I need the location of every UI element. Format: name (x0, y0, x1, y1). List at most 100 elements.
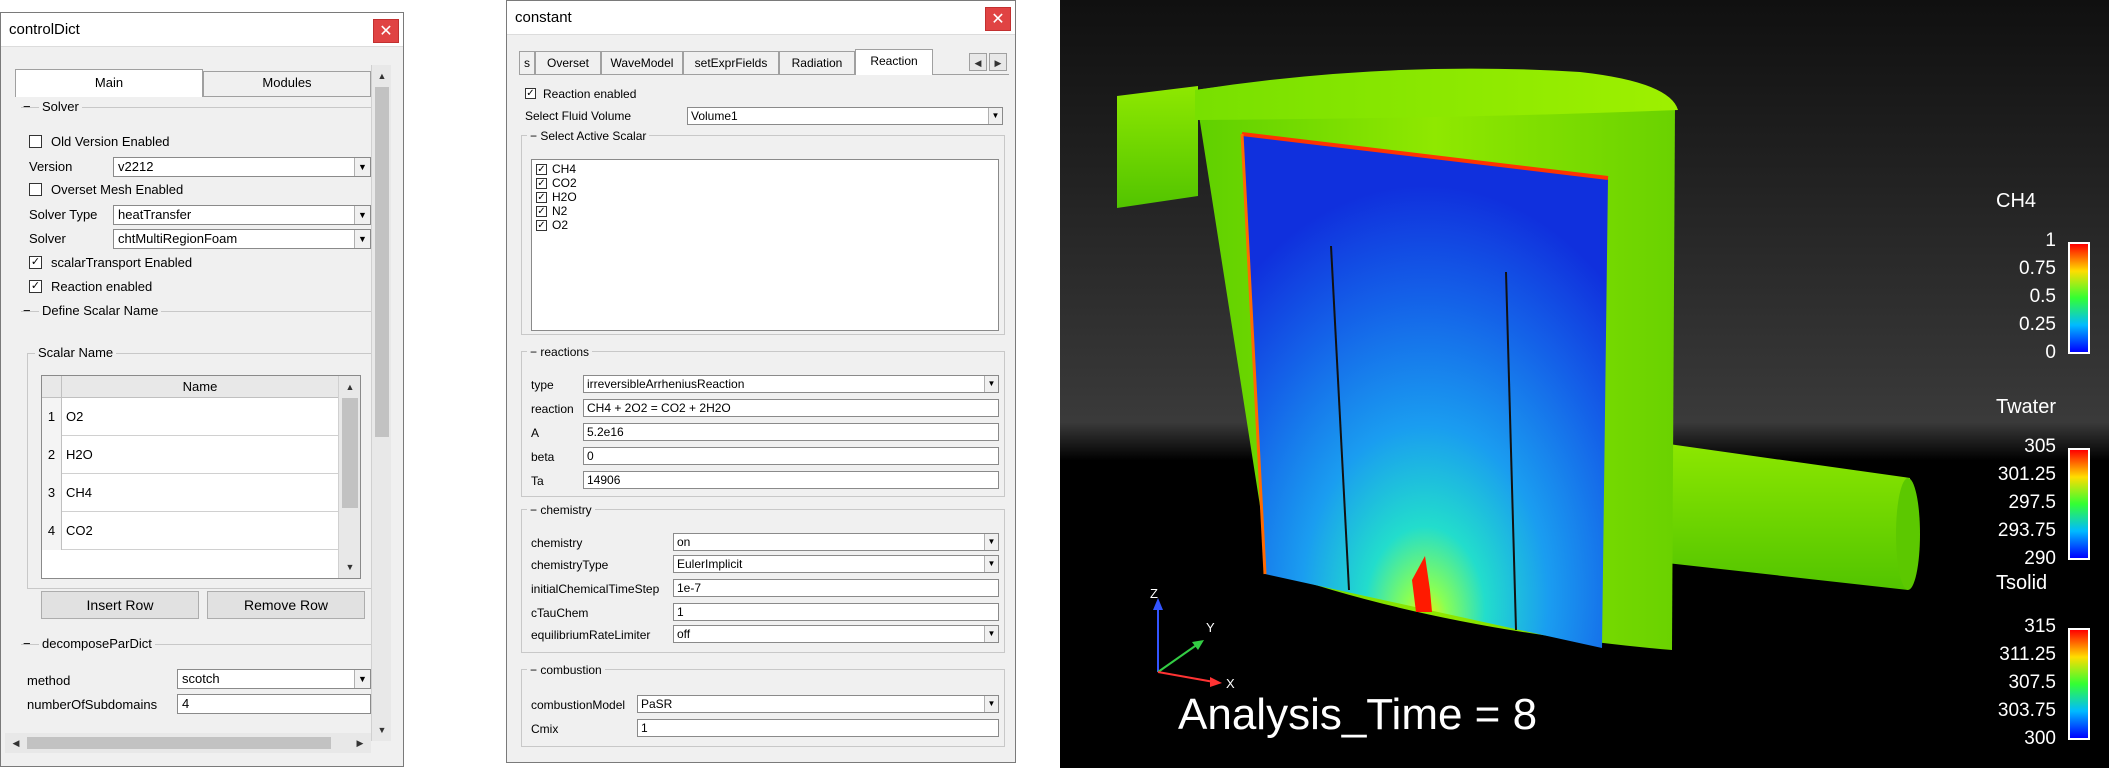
initial-timestep-field[interactable]: 1e-7 (673, 579, 999, 597)
close-button[interactable]: ✕ (985, 7, 1011, 31)
collapse-icon[interactable]: − (530, 663, 540, 677)
scalar-checkbox[interactable]: ✓ (536, 192, 547, 203)
A-field[interactable]: 5.2e16 (583, 423, 999, 441)
tab-reaction[interactable]: Reaction (855, 49, 933, 75)
tab-radiation[interactable]: Radiation (779, 51, 855, 75)
method-value: scotch (182, 671, 220, 686)
solver-combo[interactable]: chtMultiRegionFoam ▼ (113, 229, 371, 249)
scroll-down-icon[interactable]: ▼ (341, 558, 359, 576)
scroll-right-icon[interactable]: ▶ (351, 734, 369, 752)
legend-tick: 0.5 (2029, 286, 2056, 307)
legend-tick: 293.75 (1997, 520, 2056, 541)
Ta-field[interactable]: 14906 (583, 471, 999, 489)
scalar-checkbox[interactable]: ✓ (536, 220, 547, 231)
ctauchem-field[interactable]: 1 (673, 603, 999, 621)
row-name-cell[interactable]: O2 (66, 398, 83, 436)
outlet-pipe (1640, 440, 1910, 590)
solver-type-combo[interactable]: heatTransfer ▼ (113, 205, 371, 225)
chemistrytype-label: chemistryType (531, 558, 609, 572)
scrollbar-thumb[interactable] (375, 87, 389, 437)
fluid-volume-combo[interactable]: Volume1 ▼ (687, 107, 1003, 125)
legend-tick: 1 (2045, 230, 2056, 251)
row-name-cell[interactable]: CO2 (66, 512, 93, 550)
row-name-cell[interactable]: CH4 (66, 474, 92, 512)
constant-titlebar: constant (507, 1, 1015, 35)
scalar-transport-checkbox[interactable]: ✓ (29, 256, 42, 269)
tab-setexprfields[interactable]: setExprFields (683, 51, 779, 75)
chemistrytype-combo[interactable]: EulerImplicit ▼ (673, 555, 999, 573)
insert-row-button[interactable]: Insert Row (41, 591, 199, 619)
equilibrium-combo[interactable]: off ▼ (673, 625, 999, 643)
table-row[interactable]: 2 H2O (42, 436, 338, 474)
tab-scroll-right-icon[interactable]: ▶ (989, 53, 1007, 71)
combustionmodel-combo[interactable]: PaSR ▼ (637, 695, 999, 713)
tab-overset[interactable]: Overset (535, 51, 601, 75)
table-row[interactable]: 4 CO2 (42, 512, 338, 550)
table-row[interactable]: 1 O2 (42, 398, 338, 436)
overset-label: Overset Mesh Enabled (51, 182, 184, 197)
table-scrollbar[interactable]: ▲ ▼ (338, 376, 360, 578)
type-label: type (531, 378, 554, 392)
collapse-icon[interactable]: − (530, 503, 540, 517)
scroll-up-icon[interactable]: ▲ (373, 67, 391, 85)
scrollbar-thumb[interactable] (342, 398, 358, 508)
chevron-down-icon: ▼ (988, 108, 1002, 124)
close-icon: ✕ (379, 23, 393, 40)
tab-partial[interactable]: s (519, 51, 535, 75)
reaction-field[interactable]: CH4 + 2O2 = CO2 + 2H2O (583, 399, 999, 417)
scalar-checkbox[interactable]: ✓ (536, 206, 547, 217)
collapse-icon[interactable]: − (530, 345, 540, 359)
legend-tick: 303.75 (1997, 700, 2056, 721)
overset-checkbox[interactable] (29, 183, 42, 196)
legend-tick: 307.5 (2008, 672, 2056, 693)
scalar-checkbox[interactable]: ✓ (536, 178, 547, 189)
table-header-name[interactable]: Name (62, 376, 338, 398)
table-row[interactable]: 3 CH4 (42, 474, 338, 512)
collapse-icon[interactable]: − (23, 303, 31, 318)
analysis-time: Analysis_Time = 8 (1178, 690, 1538, 739)
tab-main[interactable]: Main (15, 69, 203, 97)
subdomains-field[interactable]: 4 (177, 694, 371, 714)
reaction-label: reaction (531, 402, 574, 416)
scalar-checkbox[interactable]: ✓ (536, 164, 547, 175)
close-icon: ✕ (991, 11, 1005, 28)
collapse-icon[interactable]: − (23, 636, 31, 651)
combustion-title: − combustion (527, 663, 605, 677)
initial-timestep-label: initialChemicalTimeStep (531, 582, 660, 596)
combustionmodel-value: PaSR (641, 697, 673, 711)
cmix-field[interactable]: 1 (637, 719, 999, 737)
reactions-title-text: reactions (540, 345, 590, 359)
outlet-pipe-end (1896, 478, 1920, 590)
remove-row-button[interactable]: Remove Row (207, 591, 365, 619)
legend-tick: 311.25 (1999, 644, 2056, 665)
3d-viewer[interactable]: Z Y X Analysis_Time = 8 CH4 1 0.75 0.5 0.25 0… (1060, 0, 2109, 768)
method-combo[interactable]: scotch ▼ (177, 669, 371, 689)
tab-wavemodel[interactable]: WaveModel (601, 51, 683, 75)
tab-scroll-left-icon[interactable]: ◀ (969, 53, 987, 71)
scroll-left-icon[interactable]: ◀ (7, 734, 25, 752)
scalar-label: O2 (552, 218, 569, 232)
reaction-checkbox[interactable]: ✓ (29, 280, 42, 293)
row-name-cell[interactable]: H2O (66, 436, 93, 474)
collapse-icon[interactable]: − (530, 129, 540, 143)
close-button[interactable]: ✕ (373, 19, 399, 43)
window-vscrollbar[interactable]: ▲ ▼ (371, 65, 391, 741)
tab-main-label: Main (94, 75, 124, 90)
scroll-up-icon[interactable]: ▲ (341, 378, 359, 396)
tab-modules[interactable]: Modules (203, 71, 371, 97)
beta-field[interactable]: 0 (583, 447, 999, 465)
row-index: 4 (42, 512, 62, 550)
chevron-down-icon: ▼ (984, 626, 998, 642)
version-combo[interactable]: v2212 ▼ (113, 157, 371, 177)
collapse-icon[interactable]: − (23, 99, 31, 114)
type-combo[interactable]: irreversibleArrheniusReaction ▼ (583, 375, 999, 393)
scrollbar-thumb[interactable] (27, 737, 331, 749)
scroll-down-icon[interactable]: ▼ (373, 721, 391, 739)
reaction-enabled-checkbox[interactable]: ✓ (525, 88, 536, 99)
window-hscrollbar[interactable]: ◀ ▶ (5, 733, 371, 753)
old-version-checkbox[interactable] (29, 135, 42, 148)
legend-tick: 0.75 (2019, 258, 2056, 279)
chemistry-combo[interactable]: on ▼ (673, 533, 999, 551)
subdomains-label: numberOfSubdomains (27, 697, 158, 712)
reaction-enabled-label: Reaction enabled (543, 87, 637, 101)
